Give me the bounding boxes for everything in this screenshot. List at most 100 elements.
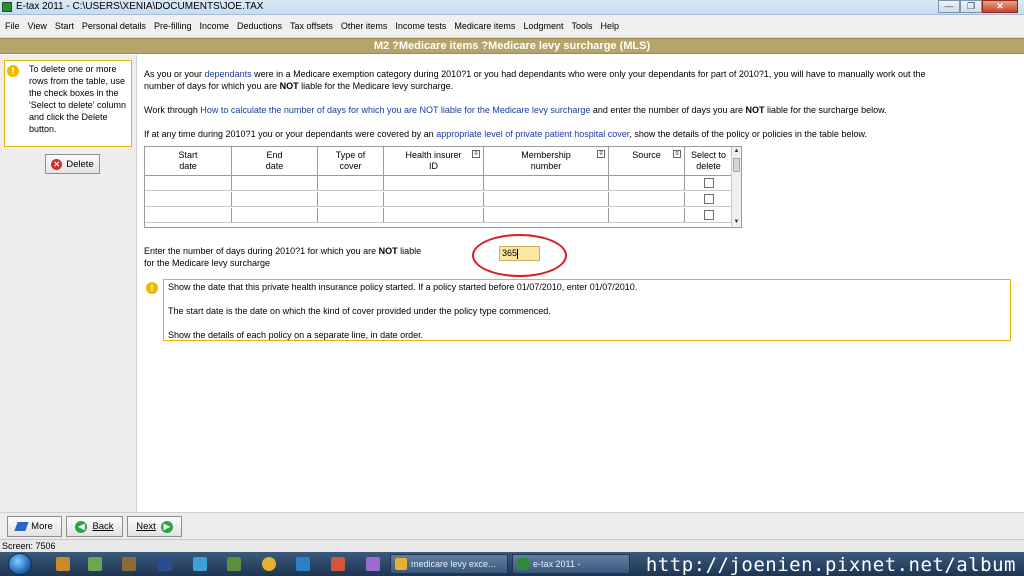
screen-number: Screen: 7506 xyxy=(2,541,56,551)
menu-medicare-items[interactable]: Medicare items xyxy=(453,19,516,33)
delete-icon: ✕ xyxy=(51,158,63,170)
col-end-date[interactable]: End date xyxy=(232,147,318,175)
taskbar-app-icon[interactable] xyxy=(193,557,207,571)
maximize-button[interactable]: ❐ xyxy=(960,0,982,13)
table-row[interactable] xyxy=(145,176,732,191)
cell-health-insurer-id[interactable] xyxy=(384,208,484,222)
cell-source[interactable] xyxy=(609,176,685,190)
table-row[interactable] xyxy=(145,192,732,207)
taskbar-app-icon[interactable] xyxy=(227,557,241,571)
instructions-paragraph: Work through How to calculate the number… xyxy=(144,104,1004,116)
more-button[interactable]: More xyxy=(7,516,62,537)
select-to-delete-checkbox[interactable] xyxy=(703,178,714,188)
cell-source[interactable] xyxy=(609,208,685,222)
back-button[interactable]: ◀ Back xyxy=(66,516,123,537)
start-button-icon[interactable] xyxy=(8,553,32,575)
cell-start-date[interactable] xyxy=(145,208,232,222)
select-to-delete-checkbox[interactable] xyxy=(703,210,714,220)
menu-other-items[interactable]: Other items xyxy=(340,19,389,33)
menu-personal-details[interactable]: Personal details xyxy=(81,19,147,33)
col-label: delete xyxy=(696,161,721,171)
col-label: date xyxy=(265,161,284,171)
taskbar-app-icon[interactable] xyxy=(56,557,70,571)
col-health-insurer-id[interactable]: Health insurer ID ≡ xyxy=(384,147,484,175)
cover-paragraph: If at any time during 2010?1 you or your… xyxy=(144,128,1004,140)
delete-button[interactable]: ✕ Delete xyxy=(45,154,100,174)
taskbar-app-icon[interactable] xyxy=(366,557,380,571)
cell-type-of-cover[interactable] xyxy=(318,208,384,222)
menu-tax-offsets[interactable]: Tax offsets xyxy=(289,19,334,33)
col-label: Membership xyxy=(521,150,571,160)
windows-taskbar: medicare levy exce... e-tax 2011 - http:… xyxy=(0,552,1024,576)
scroll-thumb[interactable] xyxy=(733,158,740,172)
col-label: End xyxy=(266,150,283,160)
menu-help[interactable]: Help xyxy=(599,19,620,33)
col-label: Health insurer xyxy=(405,150,462,160)
help-line-3: Show the details of each policy on a sep… xyxy=(168,330,424,340)
taskbar-app-icon[interactable] xyxy=(296,557,310,571)
main-content: As you or your dependants were in a Medi… xyxy=(138,55,1024,512)
back-arrow-icon: ◀ xyxy=(75,520,88,533)
cell-type-of-cover[interactable] xyxy=(318,176,384,190)
menu-income-tests[interactable]: Income tests xyxy=(394,19,447,33)
etax-icon xyxy=(517,558,529,570)
status-bar: Screen: 7506 xyxy=(0,539,1024,552)
taskbar-app-icon[interactable] xyxy=(158,557,172,571)
col-type-of-cover[interactable]: Type of cover xyxy=(318,147,384,175)
cell-start-date[interactable] xyxy=(145,192,232,206)
minimize-button[interactable]: — xyxy=(938,0,960,13)
menu-view[interactable]: View xyxy=(27,19,48,33)
taskbar-app-icon[interactable] xyxy=(122,557,136,571)
info-warning-icon: ! xyxy=(146,282,158,294)
col-label: date xyxy=(179,161,197,171)
taskbar-app-icon[interactable] xyxy=(331,557,345,571)
hospital-cover-link[interactable]: appropriate level of private patient hos… xyxy=(436,129,629,139)
scroll-up-arrow-icon[interactable]: ▲ xyxy=(732,147,741,156)
cell-health-insurer-id[interactable] xyxy=(384,176,484,190)
cell-end-date[interactable] xyxy=(232,208,318,222)
help-line-2: The start date is the date on which the … xyxy=(168,306,551,316)
next-button[interactable]: Next ▶ xyxy=(127,516,182,537)
table-row[interactable] xyxy=(145,208,732,223)
menu-file[interactable]: File xyxy=(4,19,21,33)
taskbar-task-document[interactable]: medicare levy exce... xyxy=(390,554,508,574)
menu-tools[interactable]: Tools xyxy=(570,19,593,33)
col-label: Start xyxy=(178,150,198,160)
cell-membership-number[interactable] xyxy=(484,208,609,222)
intro-text: As you or your xyxy=(144,69,205,79)
cell-type-of-cover[interactable] xyxy=(318,192,384,206)
col-select-to-delete[interactable]: Select to delete xyxy=(685,147,732,175)
document-icon xyxy=(395,558,407,570)
table-header: Start date End date Type of cover Health in… xyxy=(145,147,732,176)
menu-lodgment[interactable]: Lodgment xyxy=(522,19,564,33)
cell-membership-number[interactable] xyxy=(484,176,609,190)
table-scrollbar[interactable]: ▲ ▼ xyxy=(731,147,741,227)
taskbar-app-icon[interactable] xyxy=(88,557,102,571)
close-button[interactable]: ✕ xyxy=(982,0,1018,13)
taskbar-task-etax[interactable]: e-tax 2011 - xyxy=(512,554,630,574)
col-start-date[interactable]: Start date xyxy=(145,147,232,175)
col-membership-number[interactable]: Membership number ≡ xyxy=(484,147,609,175)
scroll-down-arrow-icon[interactable]: ▼ xyxy=(732,218,741,227)
screen-header: M2 ?Medicare items ?Medicare levy surcha… xyxy=(0,38,1024,54)
cell-end-date[interactable] xyxy=(232,176,318,190)
select-to-delete-checkbox[interactable] xyxy=(703,194,714,204)
cell-source[interactable] xyxy=(609,192,685,206)
lookup-icon[interactable]: ≡ xyxy=(673,150,681,158)
browser-icon[interactable] xyxy=(262,557,276,571)
cell-membership-number[interactable] xyxy=(484,192,609,206)
menu-pre-filling[interactable]: Pre-filling xyxy=(153,19,193,33)
cover-text-end: , show the details of the policy or poli… xyxy=(629,129,867,139)
lookup-icon[interactable]: ≡ xyxy=(472,150,480,158)
menu-income[interactable]: Income xyxy=(198,19,230,33)
how-to-calculate-link[interactable]: How to calculate the number of days for … xyxy=(200,105,590,115)
lookup-icon[interactable]: ≡ xyxy=(597,150,605,158)
col-source[interactable]: Source ≡ xyxy=(609,147,685,175)
help-tip-box: ! To delete one or more rows from the ta… xyxy=(4,60,132,147)
cell-start-date[interactable] xyxy=(145,176,232,190)
cell-health-insurer-id[interactable] xyxy=(384,192,484,206)
menu-start[interactable]: Start xyxy=(54,19,75,33)
cell-end-date[interactable] xyxy=(232,192,318,206)
dependants-link[interactable]: dependants xyxy=(205,69,252,79)
menu-deductions[interactable]: Deductions xyxy=(236,19,283,33)
